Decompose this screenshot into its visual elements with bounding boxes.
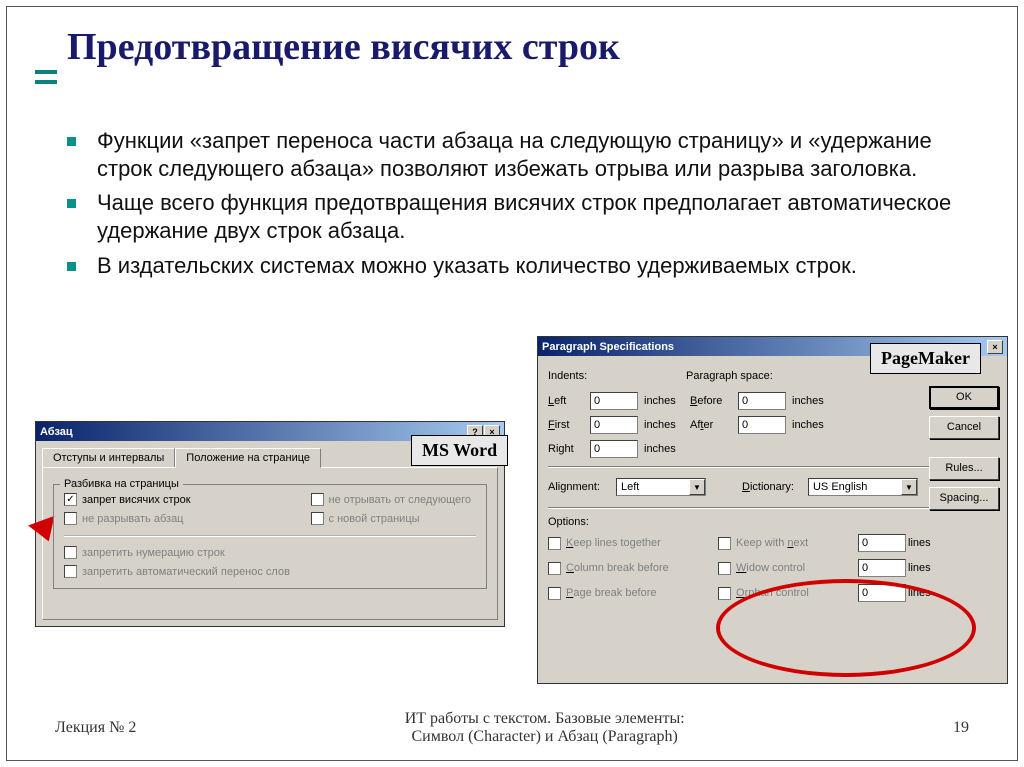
slide-footer: Лекция № 2 ИТ работы с текстом. Базовые … — [7, 710, 1017, 746]
checkbox-icon — [64, 512, 77, 525]
unit-lines: lines — [908, 587, 948, 599]
input-before[interactable]: 0 — [738, 392, 786, 410]
chk-new-page[interactable]: с новой страницы — [311, 512, 471, 525]
chk-no-linenum[interactable]: запретить нумерацию строк — [64, 546, 476, 559]
chk-keep-paragraph[interactable]: не разрывать абзац — [64, 512, 191, 525]
input-widow-lines[interactable]: 0 — [858, 559, 906, 577]
checkbox-icon — [64, 565, 77, 578]
close-icon[interactable]: × — [987, 340, 1003, 354]
footer-left: Лекция № 2 — [55, 719, 136, 737]
checkbox-icon: ✓ — [64, 493, 77, 506]
bullet-item: Функции «запрет переноса части абзаца на… — [67, 127, 967, 183]
dictionary-label: Dictionary: — [742, 481, 794, 493]
chk-orphan-control[interactable]: Orphan control — [718, 587, 858, 600]
unit: inches — [644, 419, 690, 431]
rules-button[interactable]: Rules... — [929, 457, 999, 480]
group-pagebreak: Разбивка на страницы ✓ запрет висячих ст… — [53, 484, 487, 589]
slide-frame: Предотвращение висячих строк Функции «за… — [6, 6, 1018, 761]
bullet-list: Функции «запрет переноса части абзаца на… — [67, 127, 967, 286]
alignment-select[interactable]: Left ▼ — [616, 478, 706, 496]
group-title: Разбивка на страницы — [60, 478, 183, 490]
bullet-item: В издательских системах можно указать ко… — [67, 252, 967, 280]
checkbox-icon — [718, 562, 731, 575]
paraspace-heading: Paragraph space: — [686, 370, 773, 382]
input-first[interactable]: 0 — [590, 416, 638, 434]
chk-widow-control[interactable]: Widow control — [718, 562, 858, 575]
chk-keep-with-next[interactable]: Keep with next — [718, 537, 858, 550]
label-first: First — [548, 419, 590, 431]
title-block: Предотвращение висячих строк — [35, 25, 620, 69]
chk-keep-next[interactable]: не отрывать от следующего — [311, 493, 471, 506]
chk-column-break[interactable]: Column break before — [548, 562, 718, 575]
checkbox-icon — [718, 537, 731, 550]
chk-widow-control[interactable]: ✓ запрет висячих строк — [64, 493, 191, 506]
spacing-button[interactable]: Spacing... — [929, 487, 999, 510]
unit: inches — [644, 395, 690, 407]
checkbox-icon — [311, 512, 324, 525]
ok-button[interactable]: OK — [929, 386, 999, 409]
unit: inches — [644, 443, 690, 455]
unit-lines: lines — [908, 562, 948, 574]
input-keepnext-lines[interactable]: 0 — [858, 534, 906, 552]
input-left[interactable]: 0 — [590, 392, 638, 410]
pagemaker-label: PageMaker — [870, 343, 981, 374]
alignment-label: Alignment: — [548, 481, 608, 493]
tab-position[interactable]: Положение на странице — [175, 448, 321, 468]
label-before: Before — [690, 395, 738, 407]
footer-center: ИТ работы с текстом. Базовые элементы: С… — [136, 710, 953, 746]
chevron-down-icon: ▼ — [901, 479, 917, 495]
chk-no-hyphen[interactable]: запретить автоматический перенос слов — [64, 565, 476, 578]
checkbox-icon — [311, 493, 324, 506]
msword-label: MS Word — [411, 435, 508, 466]
unit: inches — [792, 395, 838, 407]
checkbox-icon — [718, 587, 731, 600]
msword-tabpage: Разбивка на страницы ✓ запрет висячих ст… — [42, 467, 498, 620]
checkbox-icon — [548, 587, 561, 600]
chevron-down-icon: ▼ — [689, 479, 705, 495]
label-after: After — [690, 419, 738, 431]
checkbox-icon — [548, 562, 561, 575]
tab-indents[interactable]: Отступы и интервалы — [42, 448, 175, 468]
page-number: 19 — [953, 719, 969, 737]
pagemaker-dialog: Paragraph Specifications × OK Cancel Rul… — [537, 336, 1008, 684]
options-heading: Options: — [548, 516, 999, 528]
pm-title: Paragraph Specifications — [542, 341, 674, 353]
title-accent — [35, 80, 57, 84]
unit-lines: lines — [908, 537, 948, 549]
input-right[interactable]: 0 — [590, 440, 638, 458]
label-right: Right — [548, 443, 590, 455]
bullet-item: Чаще всего функция предотвращения висячи… — [67, 189, 967, 245]
chk-page-break[interactable]: Page break before — [548, 587, 718, 600]
slide-title: Предотвращение висячих строк — [67, 25, 620, 69]
checkbox-icon — [64, 546, 77, 559]
input-after[interactable]: 0 — [738, 416, 786, 434]
unit: inches — [792, 419, 838, 431]
msword-title: Абзац — [40, 426, 73, 438]
cancel-button[interactable]: Cancel — [929, 416, 999, 439]
indents-heading: Indents: — [548, 370, 686, 382]
dictionary-select[interactable]: US English ▼ — [808, 478, 918, 496]
chk-keep-together[interactable]: Keep lines together — [548, 537, 718, 550]
checkbox-icon — [548, 537, 561, 550]
input-orphan-lines[interactable]: 0 — [858, 584, 906, 602]
label-left: Left — [548, 395, 590, 407]
